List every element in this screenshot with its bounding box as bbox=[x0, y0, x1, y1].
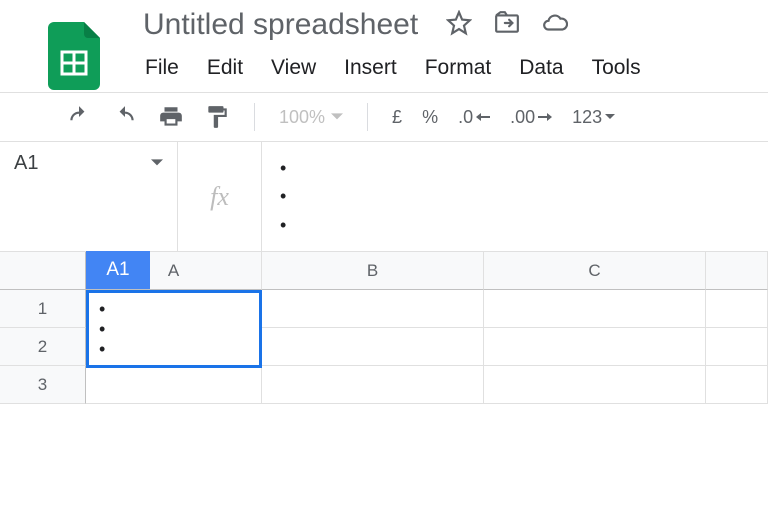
formula-bar[interactable]: • • • bbox=[262, 142, 768, 251]
cloud-icon[interactable] bbox=[542, 10, 568, 41]
menu-bar: File Edit View Insert Format Data Tools bbox=[0, 42, 768, 90]
menu-insert[interactable]: Insert bbox=[344, 56, 397, 80]
select-all-corner[interactable]: A1 bbox=[0, 252, 86, 290]
paint-format-icon[interactable] bbox=[204, 104, 230, 130]
column-header-d[interactable] bbox=[706, 252, 768, 290]
menu-tools[interactable]: Tools bbox=[592, 56, 641, 80]
cell-c3[interactable] bbox=[484, 366, 706, 404]
cell-c1[interactable] bbox=[484, 290, 706, 328]
menu-edit[interactable]: Edit bbox=[207, 56, 243, 80]
cell-b1[interactable] bbox=[262, 290, 484, 328]
cell-d3[interactable] bbox=[706, 366, 768, 404]
column-header-b[interactable]: B bbox=[262, 252, 484, 290]
cell-c2[interactable] bbox=[484, 328, 706, 366]
menu-file[interactable]: File bbox=[145, 56, 179, 80]
undo-icon[interactable] bbox=[66, 104, 92, 130]
increase-decimal-button[interactable]: .00 bbox=[510, 107, 552, 128]
menu-format[interactable]: Format bbox=[425, 56, 492, 80]
fx-label: fx bbox=[178, 142, 262, 251]
cell-b3[interactable] bbox=[262, 366, 484, 404]
menu-view[interactable]: View bbox=[271, 56, 316, 80]
star-icon[interactable] bbox=[446, 10, 472, 41]
active-cell-overlay[interactable]: • • • bbox=[86, 290, 262, 368]
redo-icon[interactable] bbox=[112, 104, 138, 130]
sheets-logo-icon bbox=[48, 22, 100, 95]
toolbar: 100% £ % .0 .00 123 bbox=[0, 92, 768, 142]
more-formats-button[interactable]: 123 bbox=[572, 107, 615, 128]
cell-b2[interactable] bbox=[262, 328, 484, 366]
percent-button[interactable]: % bbox=[422, 107, 438, 128]
name-box[interactable]: A1 bbox=[0, 142, 178, 251]
cell-d1[interactable] bbox=[706, 290, 768, 328]
column-header-c[interactable]: C bbox=[484, 252, 706, 290]
menu-data[interactable]: Data bbox=[519, 56, 563, 80]
cell-a3[interactable] bbox=[86, 366, 262, 404]
decrease-decimal-button[interactable]: .0 bbox=[458, 107, 490, 128]
document-title[interactable]: Untitled spreadsheet bbox=[143, 8, 418, 41]
currency-button[interactable]: £ bbox=[392, 107, 402, 128]
name-box-value: A1 bbox=[14, 152, 38, 175]
row-header-1[interactable]: 1 bbox=[0, 290, 86, 328]
row-header-3[interactable]: 3 bbox=[0, 366, 86, 404]
cell-d2[interactable] bbox=[706, 328, 768, 366]
row-header-2[interactable]: 2 bbox=[0, 328, 86, 366]
zoom-dropdown[interactable]: 100% bbox=[279, 107, 343, 128]
active-cell-indicator: A1 bbox=[86, 251, 150, 289]
move-icon[interactable] bbox=[494, 10, 520, 41]
chevron-down-icon[interactable] bbox=[151, 156, 163, 174]
print-icon[interactable] bbox=[158, 104, 184, 130]
